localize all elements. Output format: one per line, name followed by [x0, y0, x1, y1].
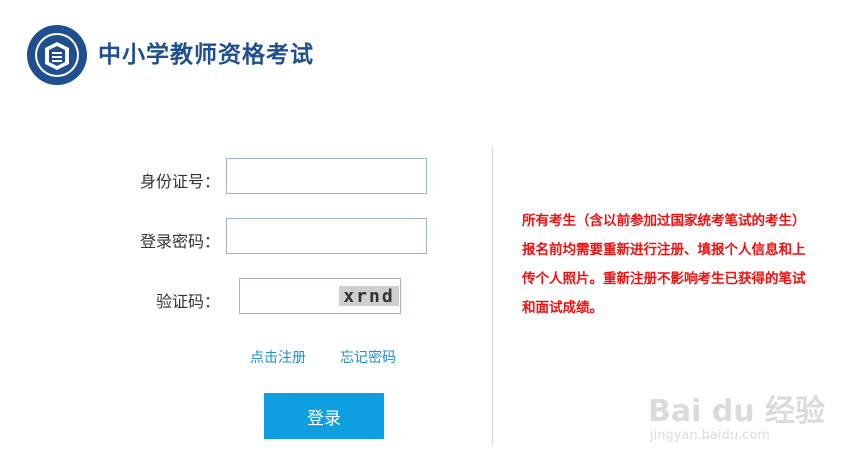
id-number-input[interactable]: [227, 159, 426, 193]
captcha-input[interactable]: [240, 279, 336, 313]
vertical-divider: [492, 146, 493, 446]
password-field[interactable]: [226, 218, 427, 254]
watermark-brand: Bai du 经验: [648, 394, 826, 429]
register-link[interactable]: 点击注册: [250, 347, 306, 367]
watermark-url: jingyan.baidu.com: [650, 428, 770, 443]
password-input[interactable]: [227, 219, 426, 253]
captcha-image[interactable]: xrnd: [339, 286, 399, 307]
password-label: 登录密码：: [140, 232, 221, 251]
exam-logo: [27, 25, 87, 85]
site-title: 中小学教师资格考试: [98, 42, 314, 68]
login-button[interactable]: 登录: [264, 393, 384, 439]
forgot-password-link[interactable]: 忘记密码: [340, 347, 396, 367]
captcha-label: 验证码：: [156, 292, 221, 311]
id-number-label: 身份证号：: [140, 172, 221, 191]
id-number-field[interactable]: [226, 158, 427, 194]
registration-notice: 所有考生（含以前参加过国家统考笔试的考生）报名前均需要重新进行注册、填报个人信息…: [522, 213, 806, 316]
